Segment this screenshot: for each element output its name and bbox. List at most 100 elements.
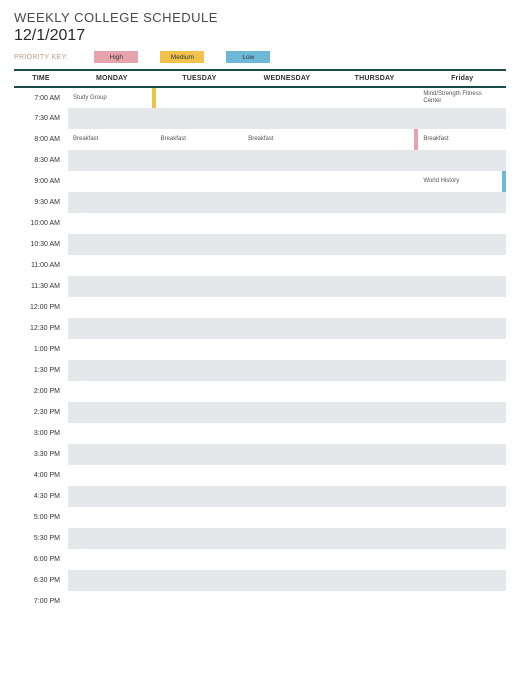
schedule-cell[interactable] xyxy=(68,528,156,549)
schedule-cell[interactable] xyxy=(331,171,419,192)
schedule-cell[interactable] xyxy=(68,171,156,192)
schedule-cell[interactable] xyxy=(243,171,331,192)
schedule-cell[interactable] xyxy=(68,360,156,381)
schedule-cell[interactable] xyxy=(418,465,506,486)
schedule-cell[interactable] xyxy=(68,465,156,486)
schedule-cell[interactable] xyxy=(243,297,331,318)
schedule-cell[interactable] xyxy=(331,507,419,528)
schedule-cell[interactable] xyxy=(243,528,331,549)
schedule-cell[interactable]: World History xyxy=(418,171,506,192)
schedule-cell[interactable] xyxy=(243,444,331,465)
schedule-cell[interactable] xyxy=(156,381,244,402)
schedule-cell[interactable] xyxy=(156,465,244,486)
schedule-cell[interactable] xyxy=(418,381,506,402)
schedule-cell[interactable] xyxy=(156,276,244,297)
schedule-cell[interactable] xyxy=(156,213,244,234)
schedule-cell[interactable] xyxy=(418,528,506,549)
schedule-cell[interactable] xyxy=(68,570,156,591)
schedule-cell[interactable] xyxy=(68,150,156,171)
schedule-cell[interactable]: Study Group xyxy=(68,87,156,108)
schedule-cell[interactable] xyxy=(68,234,156,255)
schedule-cell[interactable] xyxy=(156,423,244,444)
schedule-cell[interactable] xyxy=(418,150,506,171)
schedule-cell[interactable] xyxy=(243,465,331,486)
schedule-cell[interactable] xyxy=(156,87,244,108)
schedule-cell[interactable] xyxy=(68,339,156,360)
schedule-cell[interactable] xyxy=(331,192,419,213)
schedule-cell[interactable] xyxy=(156,255,244,276)
schedule-cell[interactable] xyxy=(243,87,331,108)
schedule-cell[interactable] xyxy=(331,360,419,381)
schedule-cell[interactable] xyxy=(156,507,244,528)
schedule-cell[interactable] xyxy=(418,423,506,444)
schedule-cell[interactable] xyxy=(418,276,506,297)
schedule-cell[interactable] xyxy=(68,444,156,465)
schedule-cell[interactable] xyxy=(331,213,419,234)
schedule-cell[interactable] xyxy=(331,108,419,129)
schedule-cell[interactable] xyxy=(243,339,331,360)
schedule-cell[interactable] xyxy=(331,591,419,612)
schedule-cell[interactable] xyxy=(418,108,506,129)
schedule-cell[interactable] xyxy=(331,570,419,591)
schedule-cell[interactable] xyxy=(418,360,506,381)
schedule-cell[interactable] xyxy=(331,465,419,486)
schedule-cell[interactable] xyxy=(331,318,419,339)
schedule-cell[interactable] xyxy=(68,486,156,507)
schedule-cell[interactable] xyxy=(243,507,331,528)
schedule-cell[interactable] xyxy=(156,150,244,171)
schedule-cell[interactable] xyxy=(68,192,156,213)
schedule-cell[interactable] xyxy=(418,402,506,423)
schedule-cell[interactable] xyxy=(243,255,331,276)
schedule-cell[interactable] xyxy=(156,171,244,192)
schedule-cell[interactable] xyxy=(331,87,419,108)
schedule-cell[interactable] xyxy=(156,444,244,465)
schedule-cell[interactable] xyxy=(418,486,506,507)
schedule-cell[interactable] xyxy=(156,591,244,612)
schedule-cell[interactable] xyxy=(418,549,506,570)
schedule-cell[interactable] xyxy=(331,255,419,276)
schedule-cell[interactable] xyxy=(156,192,244,213)
schedule-cell[interactable] xyxy=(331,381,419,402)
schedule-cell[interactable] xyxy=(68,108,156,129)
schedule-cell[interactable] xyxy=(156,486,244,507)
schedule-cell[interactable] xyxy=(331,297,419,318)
schedule-cell[interactable] xyxy=(418,591,506,612)
schedule-cell[interactable] xyxy=(418,318,506,339)
schedule-cell[interactable] xyxy=(156,318,244,339)
schedule-cell[interactable] xyxy=(331,276,419,297)
schedule-cell[interactable]: Breakfast xyxy=(156,129,244,150)
schedule-cell[interactable] xyxy=(418,297,506,318)
schedule-cell[interactable] xyxy=(243,360,331,381)
schedule-cell[interactable] xyxy=(156,234,244,255)
schedule-cell[interactable] xyxy=(68,276,156,297)
schedule-cell[interactable] xyxy=(331,129,419,150)
schedule-cell[interactable] xyxy=(418,192,506,213)
schedule-cell[interactable] xyxy=(156,528,244,549)
schedule-cell[interactable] xyxy=(68,507,156,528)
schedule-cell[interactable] xyxy=(331,150,419,171)
schedule-cell[interactable] xyxy=(156,570,244,591)
schedule-cell[interactable] xyxy=(243,423,331,444)
schedule-cell[interactable] xyxy=(68,549,156,570)
schedule-cell[interactable] xyxy=(156,402,244,423)
schedule-cell[interactable] xyxy=(68,402,156,423)
schedule-cell[interactable] xyxy=(243,381,331,402)
schedule-cell[interactable] xyxy=(68,381,156,402)
schedule-cell[interactable]: Breakfast xyxy=(68,129,156,150)
schedule-cell[interactable] xyxy=(331,339,419,360)
schedule-cell[interactable] xyxy=(156,108,244,129)
schedule-cell[interactable] xyxy=(418,234,506,255)
schedule-cell[interactable]: Mind/Strength Fitness Center xyxy=(418,87,506,108)
schedule-cell[interactable] xyxy=(243,234,331,255)
schedule-cell[interactable] xyxy=(68,255,156,276)
schedule-cell[interactable] xyxy=(243,276,331,297)
schedule-cell[interactable] xyxy=(156,360,244,381)
schedule-cell[interactable] xyxy=(68,297,156,318)
schedule-cell[interactable] xyxy=(243,213,331,234)
schedule-cell[interactable] xyxy=(418,339,506,360)
schedule-cell[interactable] xyxy=(331,528,419,549)
schedule-cell[interactable] xyxy=(331,486,419,507)
schedule-cell[interactable] xyxy=(243,108,331,129)
schedule-cell[interactable] xyxy=(243,570,331,591)
schedule-cell[interactable] xyxy=(68,591,156,612)
